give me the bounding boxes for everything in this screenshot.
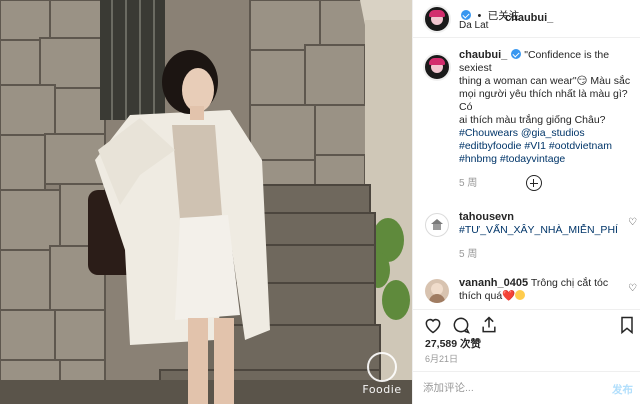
comment-2-line-1: vananh_0405 Trông chị cắt tóc: [459, 277, 640, 290]
foodie-watermark: Foodie: [360, 352, 404, 400]
post-caption: chaubui_ "Confidence is the sexiest thin…: [413, 39, 640, 189]
comment-timestamp: 5 周: [459, 249, 478, 260]
verified-badge-icon: [511, 49, 522, 59]
foodie-logo-icon: [367, 352, 397, 382]
caption-hashtags-2[interactable]: #editbyfoodie #VI1 #ootdvietnam: [459, 140, 631, 153]
foodie-watermark-text: Foodie: [362, 383, 402, 396]
action-bar: [413, 309, 640, 339]
post-location[interactable]: Da Lat: [459, 20, 488, 31]
caption-line-3: mọi người yêu thích nhất là màu gì? Có: [459, 88, 628, 113]
comment-like-icon[interactable]: ♡: [628, 217, 637, 228]
load-more-comments-icon[interactable]: [526, 175, 542, 191]
comment-2-line-2: thích quá❤️: [459, 290, 640, 303]
caption-line-2: thing a woman can wear"😏 Màu sắc: [459, 75, 631, 87]
caption-line-4: ai thích màu trắng giống Châu?: [459, 114, 606, 126]
comment-input[interactable]: [423, 380, 593, 396]
caption-timestamp: 5 周: [459, 178, 478, 189]
caption-hashtags-1[interactable]: #Chouwears @gia_studios: [459, 127, 631, 140]
post-header: chaubui_ • 已关注 Da Lat: [413, 0, 640, 38]
author-username[interactable]: chaubui_: [505, 12, 553, 24]
post-details-panel: chaubui_ • 已关注 Da Lat chaubui_ "Confiden…: [412, 0, 640, 404]
post-photo[interactable]: Foodie: [0, 0, 412, 404]
commenter-avatar[interactable]: [425, 213, 449, 237]
caption-avatar[interactable]: [423, 53, 451, 81]
post-comment-button[interactable]: 发布: [612, 382, 633, 397]
comment-item: tahousevn #TƯ_VẤN_XÂY_NHÀ_MIỄN_PHÍ 5 周 ♡: [413, 211, 640, 260]
comment-username[interactable]: vananh_0405: [459, 277, 528, 289]
share-icon[interactable]: [479, 315, 499, 335]
add-comment-section: 发布: [413, 371, 640, 404]
comment-text: Trông chị cắt tóc: [530, 277, 609, 289]
caption-username[interactable]: chaubui_: [459, 49, 507, 61]
commenter-avatar[interactable]: [425, 279, 449, 303]
like-heart-icon[interactable]: [423, 315, 443, 335]
heart-emoji-icon: ❤️: [502, 290, 516, 302]
comment-bubble-icon[interactable]: [451, 315, 471, 335]
caption-hashtags-3[interactable]: #hnbmg #todayvintage: [459, 153, 631, 166]
comments-list[interactable]: chaubui_ "Confidence is the sexiest thin…: [413, 39, 640, 309]
likes-count[interactable]: 27,589 次赞: [425, 336, 481, 351]
comment-text[interactable]: #TƯ_VẤN_XÂY_NHÀ_MIỄN_PHÍ: [459, 224, 640, 237]
house-icon: [431, 219, 443, 230]
comment-1-line: tahousevn: [459, 211, 640, 224]
bookmark-icon[interactable]: [617, 315, 637, 335]
comment-username[interactable]: tahousevn: [459, 211, 514, 223]
comment-item: vananh_0405 Trông chị cắt tóc thích quá❤…: [413, 277, 640, 303]
author-avatar[interactable]: [423, 5, 451, 33]
grin-emoji-icon: [515, 290, 526, 300]
caption-line-1: chaubui_ "Confidence is the sexiest: [459, 49, 610, 74]
verified-badge-icon: [461, 10, 471, 20]
comment-like-icon[interactable]: ♡: [628, 283, 637, 294]
post-date: 6月21日: [425, 354, 459, 364]
photo-illustration: [0, 0, 412, 404]
